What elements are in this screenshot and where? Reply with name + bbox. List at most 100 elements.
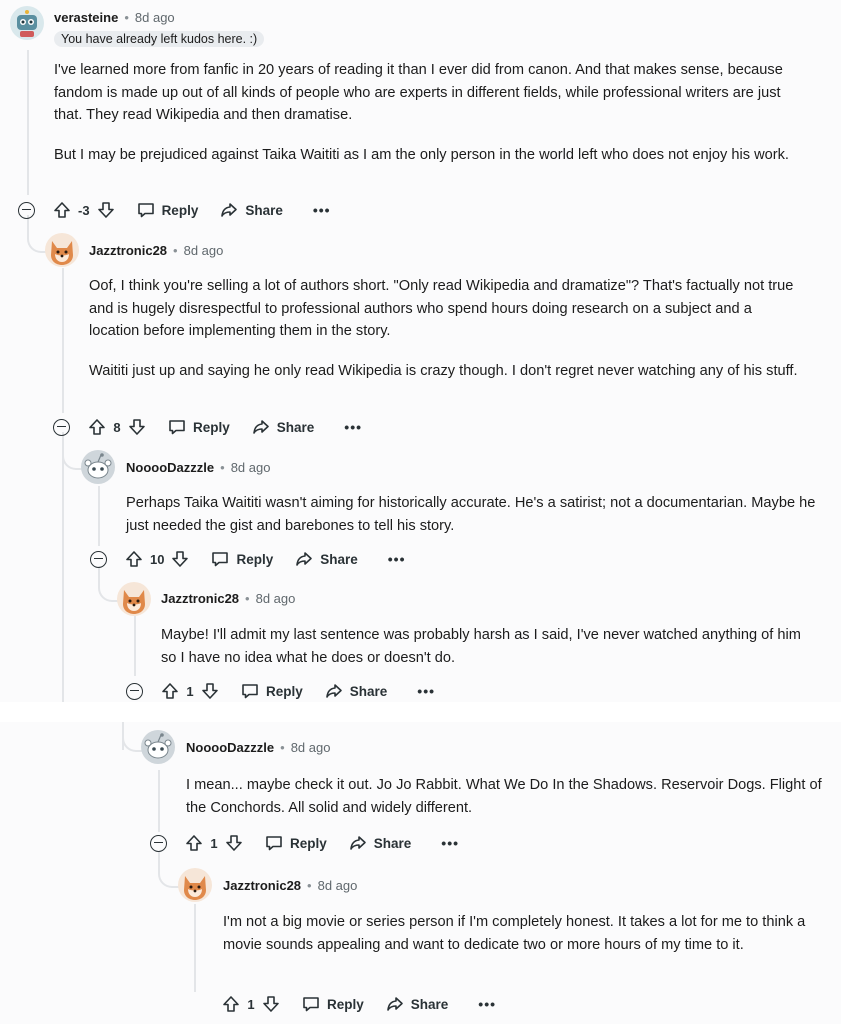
reply-button[interactable]: Reply bbox=[211, 550, 273, 568]
collapse-icon[interactable] bbox=[126, 682, 143, 700]
comment-actions: -3 Reply Share ••• bbox=[18, 198, 331, 222]
user-avatar[interactable] bbox=[10, 6, 44, 40]
downvote-arrow-icon[interactable] bbox=[225, 834, 243, 852]
share-button[interactable]: Share bbox=[349, 834, 412, 852]
comment-paragraph: Waititi just up and saying he only read … bbox=[89, 362, 798, 379]
reply-button[interactable]: Reply bbox=[302, 995, 364, 1013]
meta-separator: • bbox=[173, 243, 178, 258]
share-label: Share bbox=[349, 683, 388, 699]
vote-score: 8 bbox=[113, 419, 121, 435]
user-avatar[interactable] bbox=[45, 233, 79, 267]
shiba-avatar-icon bbox=[51, 241, 73, 265]
thread-line[interactable] bbox=[134, 616, 136, 676]
thread-line[interactable] bbox=[98, 486, 100, 546]
reply-button[interactable]: Reply bbox=[168, 418, 230, 436]
comment-age[interactable]: 8d ago bbox=[184, 243, 224, 258]
comment-actions: 1 Reply Share ••• bbox=[150, 831, 459, 855]
shiba-avatar-icon bbox=[184, 876, 206, 900]
username[interactable]: Jazztronic28 bbox=[89, 243, 167, 258]
share-label: Share bbox=[276, 419, 315, 435]
comment-paragraph: Oof, I think you're selling a lot of aut… bbox=[89, 278, 794, 339]
comment-age[interactable]: 8d ago bbox=[291, 740, 331, 755]
vote-control: 1 bbox=[161, 682, 219, 700]
comment-paragraph: I've learned more from fanfic in 20 year… bbox=[54, 62, 783, 123]
comment-actions: 8 Reply Share ••• bbox=[53, 415, 362, 439]
user-avatar[interactable] bbox=[81, 450, 115, 484]
thread-line[interactable] bbox=[27, 50, 29, 195]
vote-score: 1 bbox=[186, 683, 194, 699]
upvote-arrow-icon[interactable] bbox=[185, 834, 203, 852]
upvote-arrow-icon[interactable] bbox=[88, 418, 106, 436]
collapse-icon[interactable] bbox=[53, 418, 70, 436]
share-button[interactable]: Share bbox=[220, 201, 283, 219]
comment-age[interactable]: 8d ago bbox=[318, 878, 358, 893]
speech-bubble-icon bbox=[169, 420, 185, 435]
comment-body: Perhaps Taika Waititi wasn't aiming for … bbox=[126, 492, 816, 554]
downvote-arrow-icon[interactable] bbox=[201, 682, 219, 700]
comment-paragraph: But I may be prejudiced against Taika Wa… bbox=[54, 146, 789, 163]
user-avatar[interactable] bbox=[178, 868, 212, 902]
comment-age[interactable]: 8d ago bbox=[256, 591, 296, 606]
vote-score: 1 bbox=[247, 996, 255, 1012]
comment-body: I'm not a big movie or series person if … bbox=[223, 911, 823, 973]
share-arrow-icon bbox=[296, 552, 313, 566]
collapse-icon[interactable] bbox=[90, 550, 107, 568]
vote-control: 8 bbox=[88, 418, 146, 436]
downvote-arrow-icon[interactable] bbox=[128, 418, 146, 436]
username[interactable]: NooooDazzzle bbox=[186, 740, 274, 755]
comment-body: I've learned more from fanfic in 20 year… bbox=[54, 59, 799, 183]
comment-age[interactable]: 8d ago bbox=[231, 460, 271, 475]
username[interactable]: verasteine bbox=[54, 10, 118, 25]
overflow-dots-icon[interactable]: ••• bbox=[441, 835, 459, 851]
user-avatar[interactable] bbox=[141, 730, 175, 764]
overflow-dots-icon[interactable]: ••• bbox=[417, 683, 435, 699]
share-arrow-icon bbox=[349, 836, 366, 850]
upvote-arrow-icon[interactable] bbox=[222, 995, 240, 1013]
comment-paragraph: Perhaps Taika Waititi wasn't aiming for … bbox=[126, 495, 816, 534]
reply-button[interactable]: Reply bbox=[265, 834, 327, 852]
meta-separator: • bbox=[220, 460, 225, 475]
share-label: Share bbox=[373, 835, 412, 851]
username[interactable]: Jazztronic28 bbox=[161, 591, 239, 606]
comment-body: I mean... maybe check it out. Jo Jo Rabb… bbox=[186, 774, 826, 836]
meta-separator: • bbox=[124, 10, 129, 25]
share-button[interactable]: Share bbox=[386, 995, 448, 1013]
overflow-dots-icon[interactable]: ••• bbox=[344, 419, 362, 435]
collapse-icon[interactable] bbox=[18, 201, 35, 219]
thread-line[interactable] bbox=[194, 904, 196, 992]
overflow-dots-icon[interactable]: ••• bbox=[388, 551, 406, 567]
reply-button[interactable]: Reply bbox=[241, 682, 303, 700]
collapse-icon[interactable] bbox=[150, 834, 167, 852]
downvote-arrow-icon[interactable] bbox=[97, 201, 115, 219]
downvote-arrow-icon[interactable] bbox=[262, 995, 280, 1013]
share-button[interactable]: Share bbox=[325, 682, 388, 700]
upvote-arrow-icon[interactable] bbox=[53, 201, 71, 219]
meta-separator: • bbox=[280, 740, 285, 755]
reply-button[interactable]: Reply bbox=[137, 201, 199, 219]
comment-age[interactable]: 8d ago bbox=[135, 10, 175, 25]
overflow-dots-icon[interactable]: ••• bbox=[313, 202, 331, 218]
share-arrow-icon bbox=[386, 997, 403, 1011]
share-label: Share bbox=[320, 551, 358, 567]
speech-bubble-icon bbox=[212, 552, 229, 567]
thread-line[interactable] bbox=[158, 770, 160, 832]
overflow-dots-icon[interactable]: ••• bbox=[478, 996, 496, 1012]
downvote-arrow-icon[interactable] bbox=[171, 550, 189, 568]
thread-connector bbox=[158, 852, 180, 888]
reply-label: Reply bbox=[161, 202, 199, 218]
share-button[interactable]: Share bbox=[295, 550, 358, 568]
upvote-arrow-icon[interactable] bbox=[161, 682, 179, 700]
meta-separator: • bbox=[307, 878, 312, 893]
share-button[interactable]: Share bbox=[252, 418, 315, 436]
upvote-arrow-icon[interactable] bbox=[125, 550, 143, 568]
thread-line[interactable] bbox=[62, 268, 64, 413]
reply-label: Reply bbox=[236, 551, 274, 567]
share-arrow-icon bbox=[325, 684, 342, 698]
comment-paragraph: Maybe! I'll admit my last sentence was p… bbox=[161, 627, 801, 666]
reply-label: Reply bbox=[193, 419, 230, 435]
username[interactable]: NooooDazzzle bbox=[126, 460, 214, 475]
username[interactable]: Jazztronic28 bbox=[223, 878, 301, 893]
thread-line[interactable] bbox=[62, 440, 64, 702]
user-avatar[interactable] bbox=[117, 582, 151, 616]
vote-control: 1 bbox=[222, 995, 280, 1013]
